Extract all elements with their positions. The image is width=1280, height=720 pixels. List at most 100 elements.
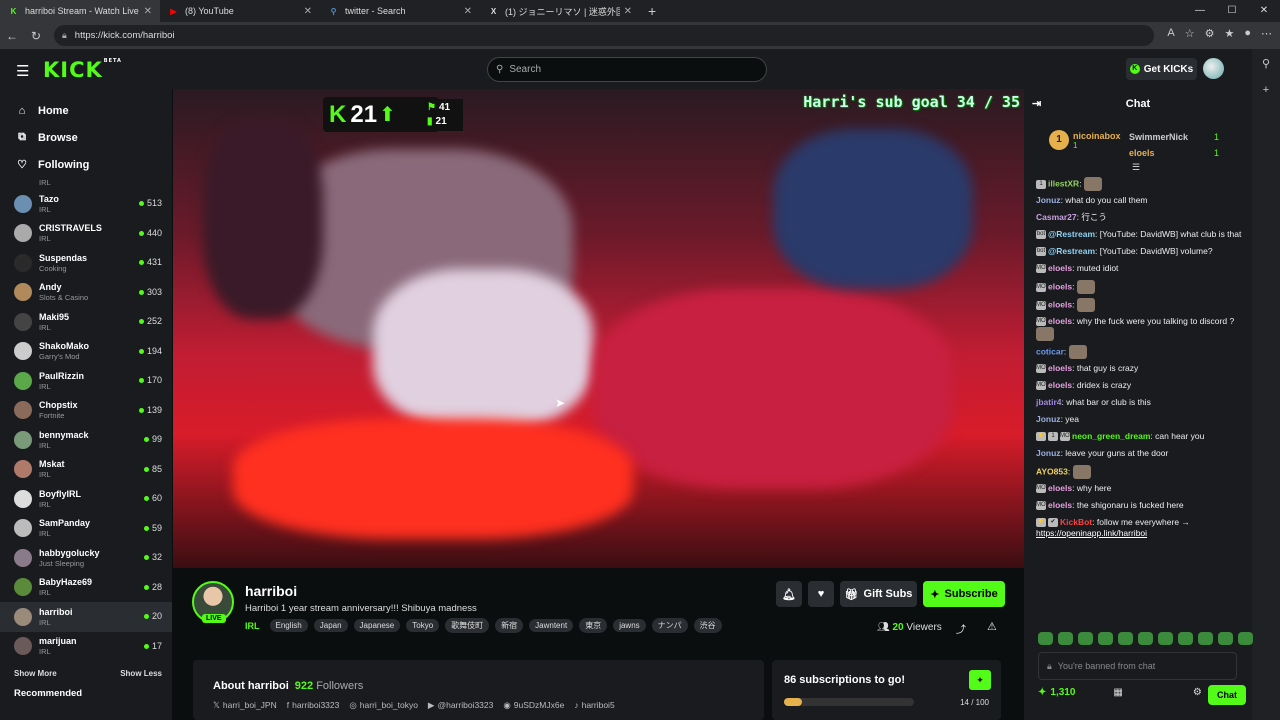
subscribe-button[interactable]: ✦ Subscribe: [923, 581, 1005, 607]
stream-tag[interactable]: Japan: [313, 619, 348, 632]
channel-item[interactable]: CRISTRAVELS IRL 440: [0, 219, 172, 249]
sidebar-item-browse[interactable]: ⧉ Browse: [0, 124, 172, 151]
top-gifter-name[interactable]: nicoinabox: [1073, 131, 1121, 141]
emote-icon[interactable]: [1198, 632, 1213, 645]
read-aloud-icon[interactable]: A: [1167, 27, 1174, 40]
close-tab-icon[interactable]: ✕: [464, 6, 472, 17]
channel-item[interactable]: Maki95 IRL 252: [0, 307, 172, 337]
close-tab-icon[interactable]: ✕: [624, 6, 632, 17]
browser-tab[interactable]: Kharriboi Stream - Watch Live ✕: [0, 0, 160, 22]
channel-item[interactable]: Chopstix Fortnite 139: [0, 396, 172, 426]
minimize-icon[interactable]: —: [1184, 0, 1216, 22]
address-bar[interactable]: 🔒︎ https://kick.com/harriboi: [54, 25, 1154, 46]
emote-icon[interactable]: [1078, 632, 1093, 645]
chat-username[interactable]: eloels: [1048, 363, 1072, 373]
emote-icon[interactable]: [1038, 632, 1053, 645]
gift-goal-button[interactable]: ✦: [969, 670, 991, 690]
stream-tag[interactable]: 歌舞伎町: [445, 618, 490, 633]
channel-points[interactable]: 1,310: [1050, 687, 1075, 698]
gifter-row[interactable]: SwimmerNick 1: [1129, 129, 1219, 145]
stream-tag[interactable]: Japanese: [353, 619, 401, 632]
chat-username[interactable]: eloels: [1048, 316, 1072, 326]
chat-username[interactable]: jbatir4: [1036, 397, 1062, 407]
emote-icon[interactable]: [1058, 632, 1073, 645]
social-link[interactable]: f harriboi3323: [287, 700, 340, 711]
search-input[interactable]: ⚲ Search: [487, 57, 767, 82]
chat-username[interactable]: AYO853: [1036, 466, 1068, 476]
user-avatar[interactable]: [1203, 58, 1224, 79]
channel-item[interactable]: Suspendas Cooking 431: [0, 248, 172, 278]
new-tab-icon[interactable]: +: [640, 3, 664, 19]
share-icon[interactable]: ⤴: [956, 621, 966, 636]
chat-username[interactable]: Casmar27: [1036, 212, 1077, 222]
extensions-icon[interactable]: ⚙: [1205, 27, 1215, 40]
chat-username[interactable]: KickBot: [1060, 517, 1092, 527]
emote-icon[interactable]: [1218, 632, 1233, 645]
stream-tag[interactable]: English: [269, 619, 308, 632]
sidebar-item-following[interactable]: ♡ Following: [0, 151, 172, 178]
add-icon[interactable]: +: [1263, 84, 1269, 96]
chat-input[interactable]: 🔒︎ You're banned from chat: [1038, 652, 1237, 680]
channel-item[interactable]: Tazo IRL 513: [0, 189, 172, 219]
report-icon[interactable]: ⚠: [987, 620, 997, 633]
stream-tag[interactable]: 東京: [579, 618, 608, 633]
video-player[interactable]: K 21 ⬆ ⚑ 41 ▮ 21 Harri's sub goal 34 / 35 …: [173, 89, 1024, 568]
chat-username[interactable]: illestXR: [1048, 178, 1079, 188]
close-tab-icon[interactable]: ✕: [304, 6, 312, 17]
chat-username[interactable]: Jonuz: [1036, 195, 1061, 205]
chat-username[interactable]: eloels: [1048, 380, 1072, 390]
social-link[interactable]: ◎ harri_boi_tokyo: [349, 700, 418, 711]
favorites-icon[interactable]: ★: [1224, 27, 1234, 40]
chat-settings-icon[interactable]: ⚙: [1193, 687, 1202, 698]
channel-item[interactable]: BoyflyIRL IRL 60: [0, 484, 172, 514]
back-icon[interactable]: ←: [0, 29, 24, 43]
chat-username[interactable]: eloels: [1048, 281, 1072, 291]
chat-username[interactable]: eloels: [1048, 500, 1072, 510]
expand-icon[interactable]: ☰: [1132, 162, 1140, 173]
category-link[interactable]: IRL: [245, 621, 260, 631]
stream-tag[interactable]: 新宿: [495, 618, 524, 633]
collapse-chat-icon[interactable]: ⇥: [1032, 97, 1041, 110]
channel-item[interactable]: bennymack IRL 99: [0, 425, 172, 455]
gifter-row[interactable]: eloels 1: [1129, 145, 1219, 161]
chat-username[interactable]: eloels: [1048, 263, 1072, 273]
emote-icon[interactable]: [1178, 632, 1193, 645]
stream-tag[interactable]: jawns: [613, 619, 646, 632]
emote-icon[interactable]: [1118, 632, 1133, 645]
emote-icon[interactable]: [1098, 632, 1113, 645]
channel-item[interactable]: ShakoMako Garry's Mod 194: [0, 337, 172, 367]
stream-tag[interactable]: Tokyo: [406, 619, 440, 632]
streamer-name[interactable]: harriboi: [245, 583, 297, 599]
social-link[interactable]: ▶ @harriboi3323: [428, 700, 493, 711]
reload-icon[interactable]: ↻: [24, 29, 48, 43]
channel-item[interactable]: Andy Slots & Casino 303: [0, 278, 172, 308]
social-link[interactable]: ◉ 9uSDzMJx6e: [503, 700, 564, 711]
profile-icon[interactable]: ●: [1244, 27, 1251, 40]
social-link[interactable]: 𝕏harri_boi_JPN: [213, 700, 277, 711]
social-link[interactable]: ♪ harriboi5: [574, 700, 614, 711]
emote-icon[interactable]: [1238, 632, 1253, 645]
search-icon[interactable]: ⚲: [1262, 57, 1270, 70]
close-window-icon[interactable]: ✕: [1248, 0, 1280, 22]
kick-logo[interactable]: KICKBETA: [43, 58, 122, 82]
channel-item[interactable]: habbygolucky Just Sleeping 32: [0, 543, 172, 573]
stream-tag[interactable]: Jawntent: [529, 619, 574, 632]
emote-icon[interactable]: [1138, 632, 1153, 645]
menu-icon[interactable]: ☰: [16, 62, 29, 80]
show-less-button[interactable]: Show Less: [120, 669, 162, 678]
chat-username[interactable]: eloels: [1048, 483, 1072, 493]
leaderboard-icon[interactable]: ▦: [1113, 687, 1122, 698]
channel-item[interactable]: Mskat IRL 85: [0, 455, 172, 485]
show-more-button[interactable]: Show More: [14, 669, 57, 678]
chat-link[interactable]: https://openinapp.link/harriboi: [1036, 528, 1147, 538]
favorite-star-icon[interactable]: ☆: [1185, 27, 1195, 40]
close-tab-icon[interactable]: ✕: [144, 6, 152, 17]
chat-username[interactable]: eloels: [1048, 299, 1072, 309]
channel-item[interactable]: marijuan IRL 17: [0, 632, 172, 662]
chat-username[interactable]: coticar: [1036, 346, 1064, 356]
channel-item[interactable]: harriboi IRL 20: [0, 602, 172, 632]
sidebar-item-home[interactable]: ⌂ Home: [0, 97, 172, 124]
channel-item[interactable]: BabyHaze69 IRL 28: [0, 573, 172, 603]
chat-username[interactable]: @Restream: [1048, 246, 1095, 256]
browser-tab[interactable]: ⚲ twitter - Search ✕: [320, 0, 480, 22]
